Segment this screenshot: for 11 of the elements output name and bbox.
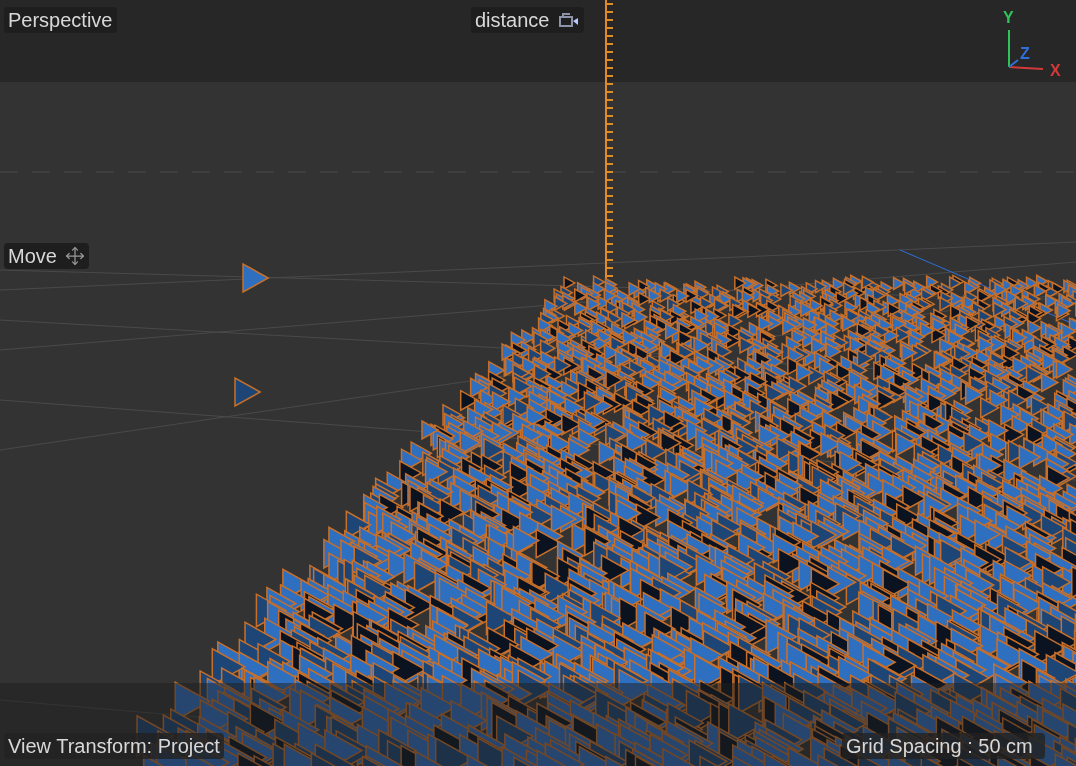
view-transform-label: View Transform: Project: [4, 733, 224, 759]
tool-label[interactable]: Move: [4, 243, 89, 269]
camera-icon: [557, 12, 580, 28]
axis-label: X: [1050, 62, 1061, 80]
axis-gizmo-drawing: [1008, 29, 1044, 70]
focus-label[interactable]: distance: [471, 7, 584, 33]
axis-label: Y: [1003, 9, 1014, 27]
camera-label[interactable]: Perspective: [4, 7, 117, 33]
move-icon: [64, 246, 85, 266]
grid-spacing-label: Grid Spacing : 50 cm: [842, 733, 1045, 759]
axis-label: Z: [1020, 45, 1030, 63]
